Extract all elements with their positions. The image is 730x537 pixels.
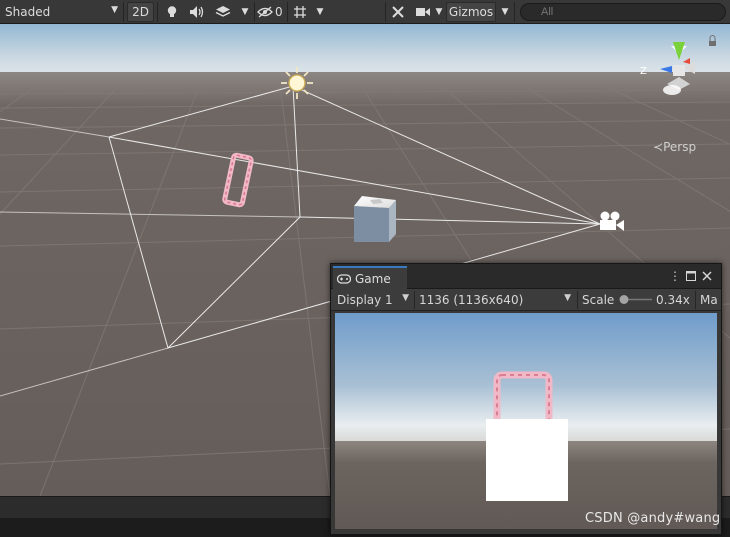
tab-game[interactable]: Game	[333, 266, 407, 289]
gizmos-label: Gizmos	[448, 5, 494, 19]
toolbar-divider	[157, 2, 158, 22]
gizmos-dropdown[interactable]: ▼	[498, 2, 512, 22]
eye-hidden-icon	[257, 6, 273, 18]
shading-mode-dropdown[interactable]: Shaded ▼	[4, 2, 120, 22]
tab-game-label: Game	[355, 271, 391, 286]
chevron-down-icon: ▼	[241, 7, 249, 17]
resolution-select[interactable]: 1136 (1136x640) ▼	[419, 289, 575, 310]
projection-toggle[interactable]: ≺Persp	[653, 140, 696, 154]
display-select[interactable]: Display 1 ▼	[337, 289, 413, 310]
chevron-down-icon: ▼	[316, 7, 324, 17]
gamepad-icon	[337, 273, 351, 284]
toolbar-divider	[123, 2, 124, 22]
game-cube	[486, 419, 568, 501]
projection-label: Persp	[663, 140, 697, 154]
control-divider	[695, 291, 696, 309]
lighting-toggle-button[interactable]	[162, 2, 182, 22]
hierarchy-search-input[interactable]	[520, 3, 726, 21]
toggle-2d-button[interactable]: 2D	[127, 2, 154, 22]
close-button[interactable]	[701, 270, 713, 282]
effects-toggle-button[interactable]	[212, 2, 234, 22]
cube-object[interactable]	[354, 196, 396, 242]
chevron-down-icon: ▼	[402, 293, 409, 303]
toolbar-divider	[254, 2, 255, 22]
kebab-menu-icon[interactable]: ⋮	[669, 269, 681, 283]
hidden-object-count: 0	[275, 5, 283, 19]
game-control-bar: Display 1 ▼ 1136 (1136x640) ▼ Scale 0.34…	[331, 289, 721, 311]
tools-toggle-button[interactable]	[388, 2, 408, 22]
shading-mode-label: Shaded	[5, 5, 51, 19]
video-camera-icon	[416, 8, 430, 16]
control-divider	[414, 291, 415, 309]
layers-effects-icon	[215, 6, 231, 17]
scale-label: Scale	[582, 289, 622, 310]
gizmos-button[interactable]: Gizmos	[446, 2, 496, 22]
lock-icon[interactable]	[709, 41, 716, 46]
scale-slider-thumb[interactable]	[619, 295, 629, 304]
chevron-down-icon: ▼	[564, 293, 571, 303]
game-tab-bar: Game ⋮	[331, 264, 721, 289]
game-viewport[interactable]	[335, 313, 717, 529]
toolbar-divider	[385, 2, 386, 22]
grid-toggle-button[interactable]	[290, 2, 310, 22]
chevron-down-icon: ▼	[435, 7, 443, 17]
lightbulb-icon	[167, 6, 177, 17]
gizmo-axis-z-label: Z	[640, 66, 647, 77]
game-window[interactable]: Game ⋮ Display 1 ▼ 1136 (1136x640) ▼ Sca…	[330, 263, 722, 535]
toggle-2d-label: 2D	[132, 5, 149, 19]
toolbar-divider	[514, 2, 515, 22]
scale-slider[interactable]	[619, 289, 653, 310]
control-divider	[577, 291, 578, 309]
maximize-on-play-toggle[interactable]: Ma	[700, 289, 722, 310]
persp-icon: ≺	[653, 140, 664, 154]
resolution-select-value: 1136 (1136x640)	[419, 292, 524, 307]
tools-icon	[392, 6, 404, 18]
close-icon	[702, 271, 712, 281]
maximize-on-play-label: Ma	[700, 292, 718, 307]
scale-value-text: 0.34x	[656, 292, 690, 307]
chevron-down-icon: ▼	[501, 7, 509, 17]
toolbar-divider	[287, 2, 288, 22]
maximize-button[interactable]	[685, 270, 697, 282]
camera-settings-button[interactable]	[413, 2, 433, 22]
scale-value: 0.34x	[656, 289, 692, 310]
audio-toggle-button[interactable]	[186, 2, 208, 22]
scene-visibility-button[interactable]: 0	[257, 2, 285, 22]
effects-dropdown[interactable]: ▼	[238, 2, 252, 22]
chevron-down-icon: ▼	[111, 5, 118, 15]
grid-icon	[294, 6, 306, 18]
watermark: CSDN @andy#wang	[585, 511, 721, 526]
camera-dropdown[interactable]: ▼	[433, 2, 445, 22]
display-select-value: Display 1	[337, 292, 393, 307]
scale-label-text: Scale	[582, 292, 615, 307]
speaker-icon	[190, 6, 204, 18]
grid-dropdown[interactable]: ▼	[313, 2, 327, 22]
maximize-icon	[686, 271, 696, 281]
scene-toolbar: Shaded ▼ 2D ▼ 0 ▼ ▼ Gizmos ▼ All	[0, 0, 730, 24]
